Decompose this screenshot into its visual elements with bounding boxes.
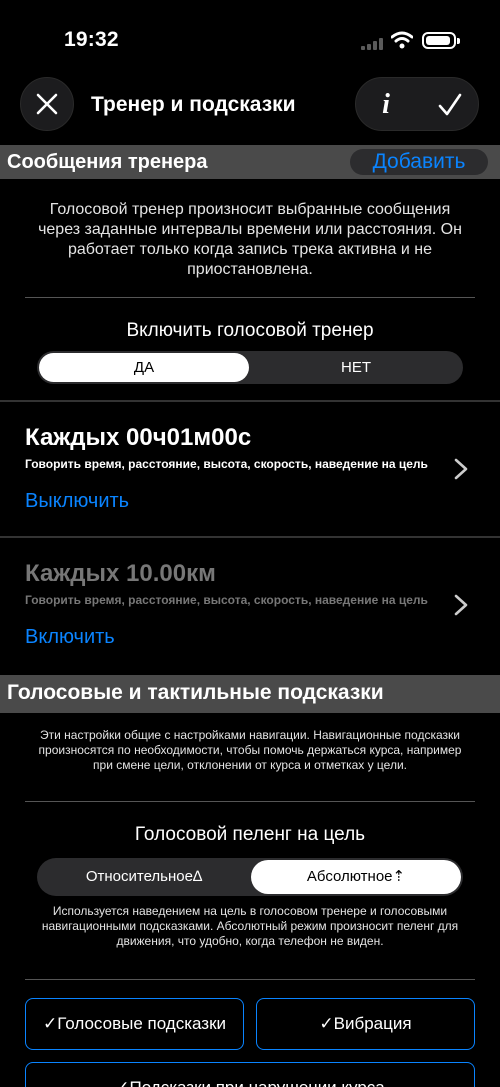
hints-description: Эти настройки общие с настройками навига… [38,728,462,772]
info-button[interactable]: i [366,78,406,132]
coach-item-title: Каждых 00ч01м00с [25,424,252,451]
bearing-toggle: Относительное∆ Абсолютное⇡ [37,858,463,896]
status-bar: 19:32 [0,0,500,80]
cellular-signal-icon [361,38,383,50]
enable-coach-label: Включить голосовой тренер [126,320,374,341]
disable-button[interactable]: Выключить [25,490,129,513]
close-button[interactable] [20,77,74,131]
section-title: Голосовые и тактильные подсказки [7,681,384,704]
divider [25,297,475,298]
divider [25,801,475,802]
checkmark-icon [438,93,462,116]
enable-button[interactable]: Включить [25,626,115,649]
bearing-label: Голосовой пеленг на цель [134,824,366,845]
coach-item-subtitle: Говорить время, расстояние, высота, скор… [25,593,428,607]
coach-item-subtitle: Говорить время, расстояние, высота, скор… [25,457,428,471]
coach-item-title: Каждых 10.00км [25,560,216,587]
status-time: 19:32 [64,28,119,51]
close-icon [36,93,58,115]
offcourse-hints-button[interactable]: ✓Подсказки при нарушении курса [25,1062,475,1087]
chevron-right-icon [454,594,468,616]
divider [25,979,475,980]
vibration-button[interactable]: ✓Вибрация [256,998,475,1050]
coach-description: Голосовой тренер произносит выбранные со… [38,201,462,278]
battery-icon [422,32,460,49]
section-title: Сообщения тренера [7,151,208,173]
toggle-yes[interactable]: ДА [39,353,249,382]
confirm-button[interactable] [428,78,472,132]
coach-item-time[interactable]: Каждых 00ч01м00с Говорить время, расстоя… [0,402,500,522]
coach-section-header: Сообщения тренера Добавить [0,145,500,179]
voice-hints-button[interactable]: ✓Голосовые подсказки [25,998,244,1050]
toggle-absolute[interactable]: Абсолютное⇡ [251,860,461,894]
nav-actions: i [355,77,479,131]
enable-coach-toggle: ДА НЕТ [37,351,463,384]
bearing-description: Используется наведением на цель в голосо… [41,904,459,948]
wifi-icon [391,31,413,49]
hints-section-header: Голосовые и тактильные подсказки [0,675,500,713]
chevron-right-icon [454,458,468,480]
toggle-relative[interactable]: Относительное∆ [39,860,249,894]
nav-bar: Тренер и подсказки i [0,76,500,136]
add-button[interactable]: Добавить [350,149,488,175]
toggle-no[interactable]: НЕТ [251,353,461,382]
coach-item-distance[interactable]: Каждых 10.00км Говорить время, расстояни… [0,538,500,658]
page-title: Тренер и подсказки [91,93,296,116]
